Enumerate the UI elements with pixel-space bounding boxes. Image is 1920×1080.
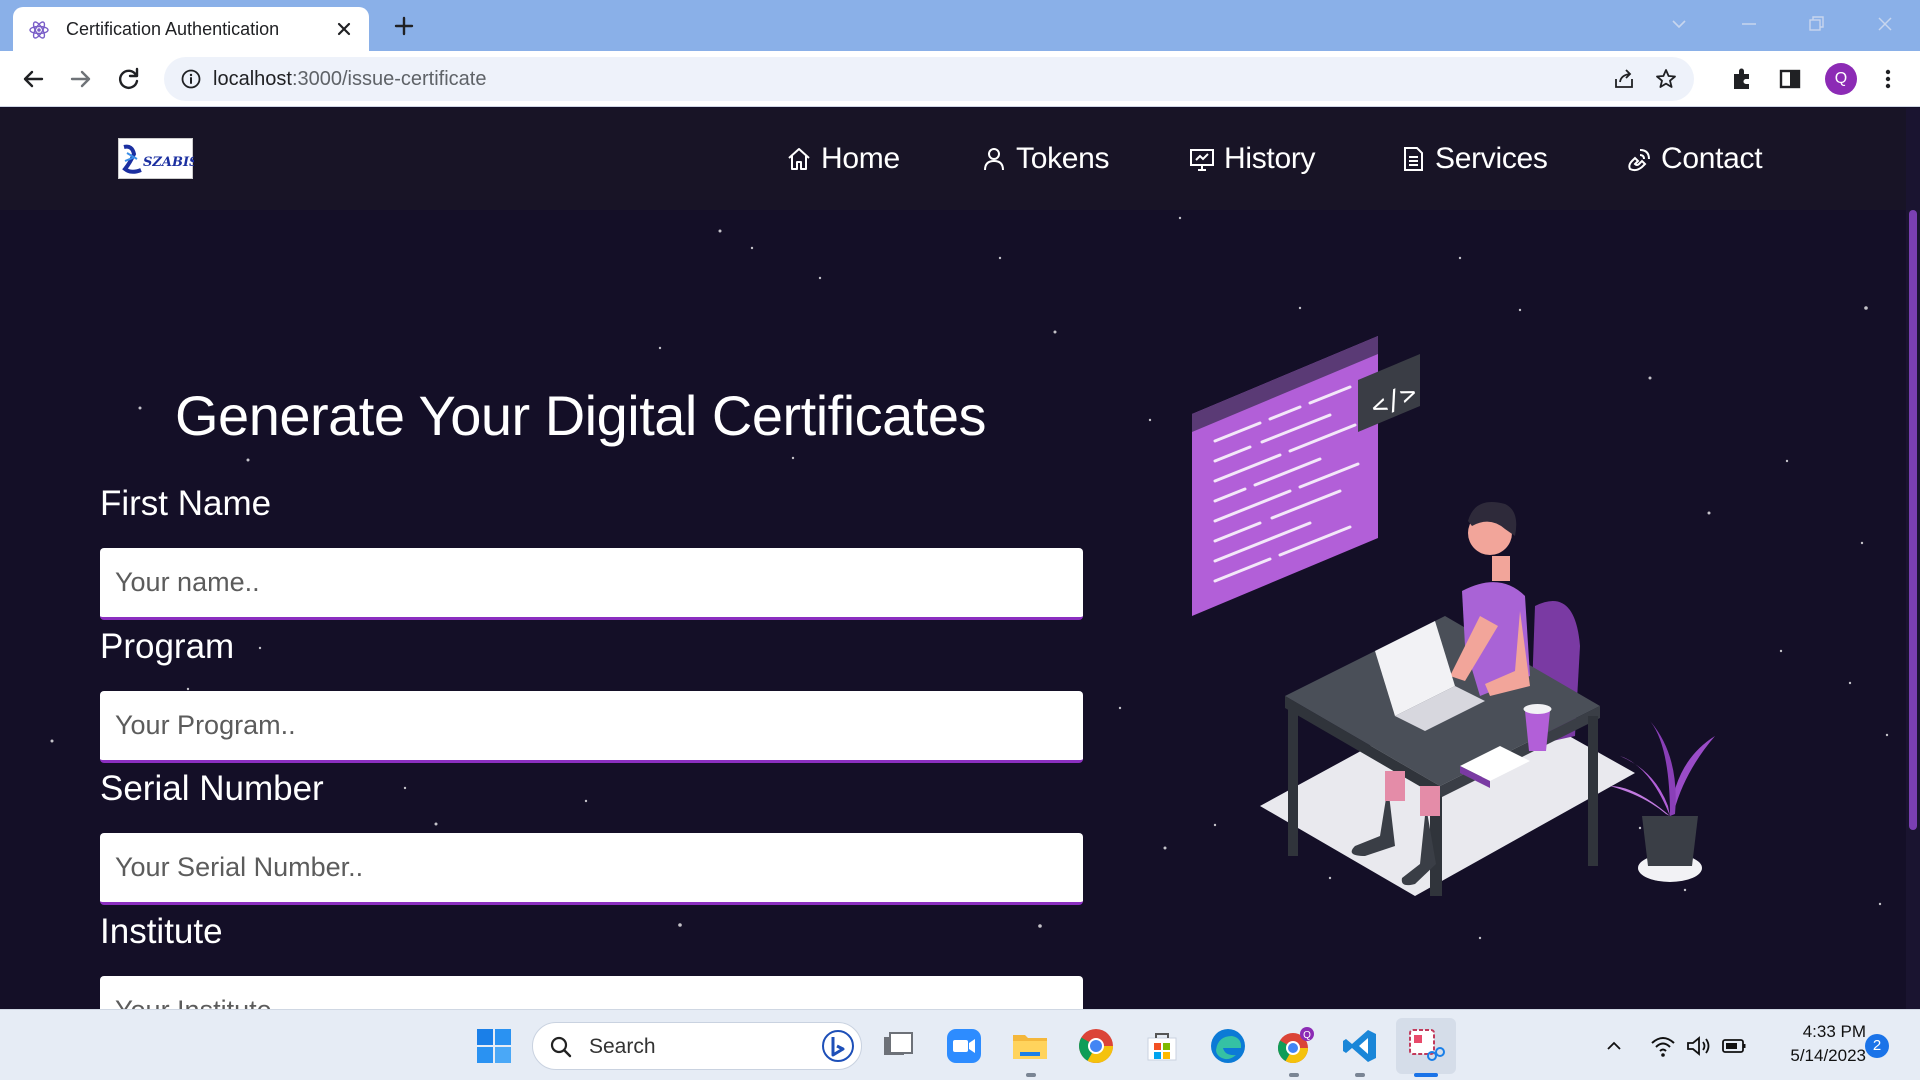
microsoft-store-icon[interactable] [1142,1026,1182,1066]
zoom-meetings-icon[interactable] [944,1026,984,1066]
nav-services[interactable]: Services [1399,134,1548,184]
tab-search-chevron-icon[interactable] [1665,10,1693,38]
program-label: Program [100,627,235,666]
nav-history[interactable]: History [1188,134,1316,184]
chrome-profile-icon[interactable]: Q [1274,1026,1314,1066]
site-info-icon[interactable] [180,68,202,90]
react-logo-icon [29,21,49,39]
scrollbar-thumb[interactable] [1909,210,1917,830]
vscode-running-indicator [1355,1073,1365,1077]
site-header: SZABIST Home Tokens History Services Con… [0,108,1906,210]
chrome-icon[interactable] [1076,1026,1116,1066]
new-tab-icon[interactable] [390,12,418,40]
home-icon [788,148,810,170]
presentation-icon [1190,149,1214,171]
browser-menu-icon[interactable] [1874,65,1902,93]
serial-number-input[interactable] [100,833,1083,905]
bing-chat-icon[interactable] [821,1029,855,1063]
clock-time: 4:33 PM [1802,1022,1866,1041]
close-tab-icon[interactable] [333,18,355,40]
first-name-input[interactable] [100,548,1083,620]
reload-icon[interactable] [114,64,144,94]
nav-history-label: History [1224,142,1316,175]
notification-badge[interactable]: 2 [1865,1034,1889,1058]
extensions-puzzle-icon[interactable] [1728,65,1756,93]
institute-input[interactable] [100,976,1083,1009]
side-panel-icon[interactable] [1776,65,1804,93]
serial-number-label: Serial Number [100,769,324,808]
clock-date: 5/14/2023 [1790,1046,1866,1065]
address-bar[interactable]: localhost:3000/issue-certificate [164,57,1694,101]
tab-title: Certification Authentication [66,19,280,39]
volume-icon[interactable] [1684,1032,1712,1060]
taskbar-search[interactable]: Search [532,1022,862,1070]
phone-icon [1628,149,1650,172]
program-input[interactable] [100,691,1083,763]
snipping-tool-icon[interactable] [1406,1026,1446,1066]
bookmark-star-icon[interactable] [1654,67,1678,91]
windows-taskbar: Search Q 4:33 PM 5/14/2023 2 [0,1009,1920,1080]
nav-tokens-label: Tokens [1016,142,1110,175]
edge-icon[interactable] [1208,1026,1248,1066]
file-explorer-icon[interactable] [1010,1026,1050,1066]
minimize-icon[interactable] [1735,10,1763,38]
windows-start-icon[interactable] [474,1026,514,1066]
nav-home[interactable]: Home [785,134,900,184]
back-arrow-icon[interactable] [18,64,48,94]
nav-home-label: Home [821,142,900,175]
chrome-running-indicator [1289,1073,1299,1077]
task-view-icon[interactable] [878,1026,918,1066]
szabist-logo[interactable]: SZABIST [118,138,209,179]
first-name-label: First Name [100,484,272,523]
search-icon [550,1036,572,1058]
system-clock[interactable]: 4:33 PM 5/14/2023 [1768,1020,1866,1068]
battery-icon[interactable] [1720,1032,1748,1060]
search-label: Search [589,1035,656,1058]
share-icon[interactable] [1612,67,1636,91]
browser-tab-active[interactable]: Certification Authentication [13,7,369,51]
page-title: Generate Your Digital Certificates [175,384,987,447]
document-icon [1404,147,1423,171]
logo-image: SZABIST [121,143,209,176]
nav-contact-label: Contact [1661,142,1763,175]
page-viewport: SZABIST Home Tokens History Services Con… [0,108,1920,1009]
page-scrollbar[interactable] [1906,108,1920,1009]
nav-tokens[interactable]: Tokens [980,134,1110,184]
nav-contact[interactable]: Contact [1625,134,1763,184]
show-hidden-icons-chevron[interactable] [1600,1032,1628,1060]
developer-at-desk-illustration: </> [1192,336,1715,896]
user-icon [984,148,1004,171]
wifi-icon[interactable] [1649,1032,1677,1060]
nav-services-label: Services [1435,142,1548,175]
browser-toolbar: localhost:3000/issue-certificate Q [0,51,1920,107]
chrome-profile-badge: Q [1303,1030,1311,1041]
profile-avatar[interactable]: Q [1825,63,1857,95]
forward-arrow-icon[interactable] [66,64,96,94]
vscode-icon[interactable] [1340,1026,1380,1066]
restore-icon[interactable] [1802,10,1830,38]
institute-label: Institute [100,912,223,951]
logo-text: SZABIST [143,155,194,170]
explorer-running-indicator [1026,1073,1036,1077]
close-window-icon[interactable] [1871,10,1899,38]
snipping-tool-active-indicator [1414,1073,1438,1077]
url-text: localhost:3000/issue-certificate [213,68,487,90]
browser-tab-strip: Certification Authentication [0,0,1920,51]
